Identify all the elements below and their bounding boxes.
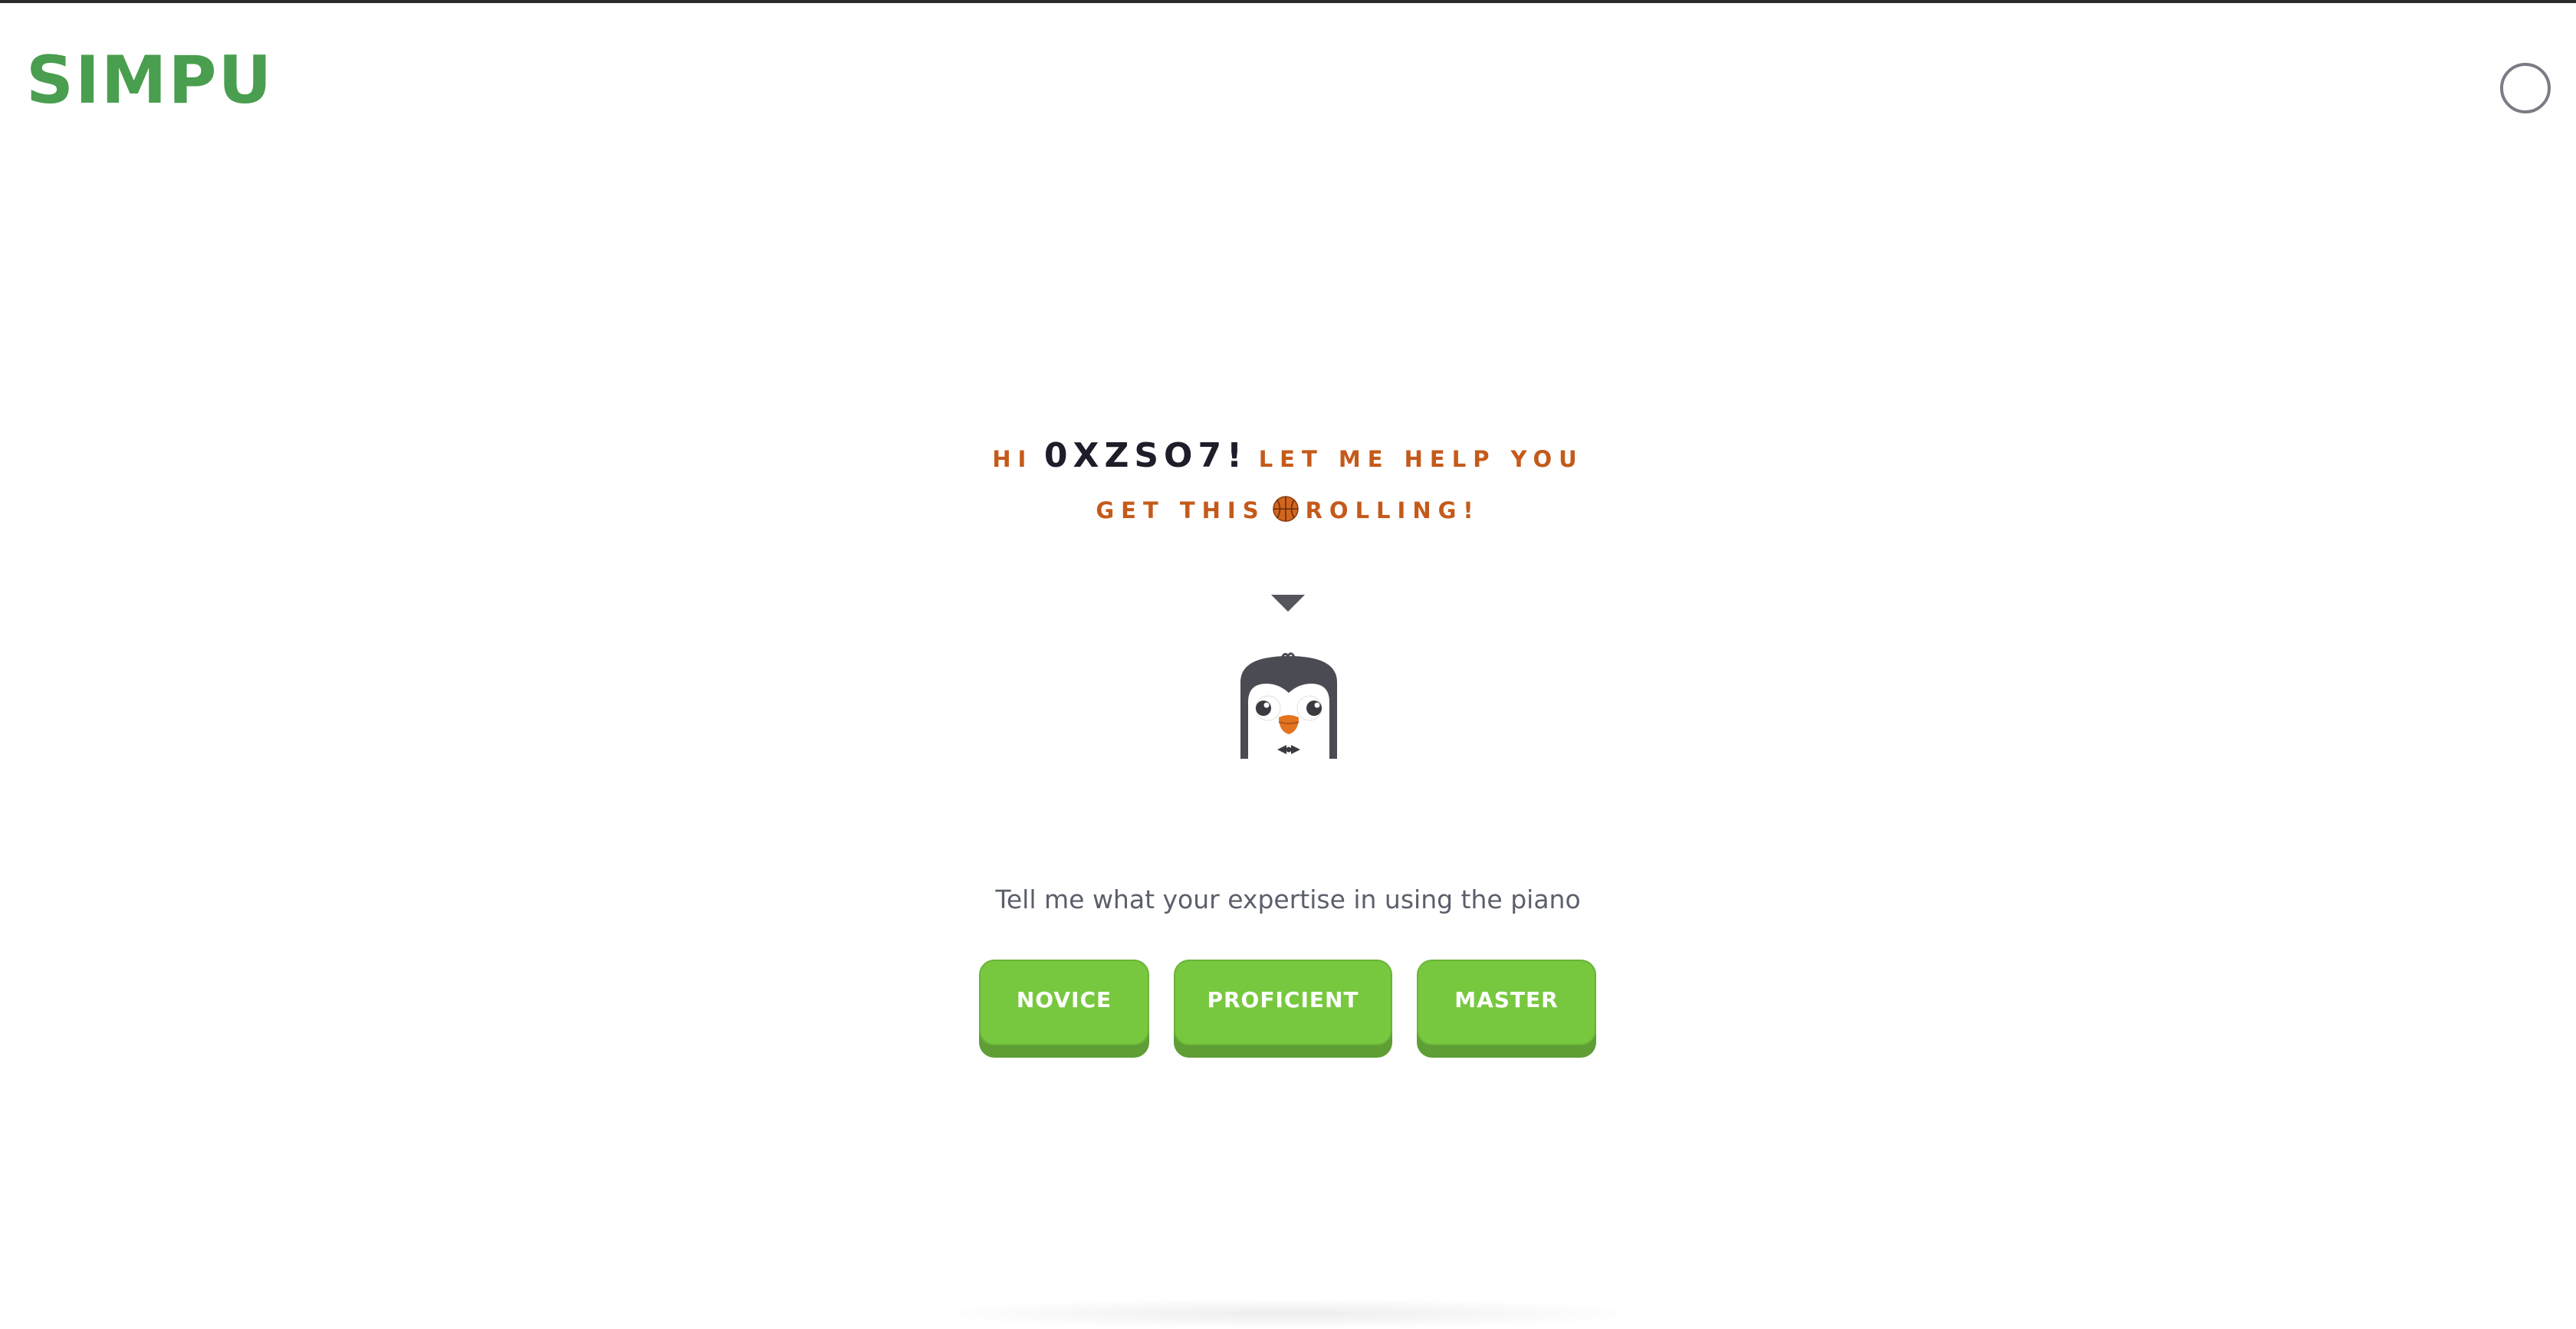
basketball-icon (1272, 496, 1299, 522)
master-button[interactable]: MASTER (1417, 960, 1596, 1045)
greeting-username: 0XZSO7! (1043, 436, 1248, 475)
profile-circle-icon[interactable] (2500, 63, 2551, 113)
greeting-line2-start: GET THIS (1096, 497, 1266, 523)
greeting-line-1: HI 0XZSO7! LET ME HELP YOU (905, 432, 1671, 487)
speech-pointer-icon (1271, 595, 1305, 612)
proficient-button[interactable]: PROFICIENT (1174, 960, 1392, 1045)
greeting-line1-rest: LET ME HELP YOU (1258, 446, 1584, 472)
bottom-shadow-decoration (920, 1298, 1656, 1329)
expertise-options: NOVICE PROFICIENT MASTER (0, 960, 2576, 1059)
onboarding-page: SIMPU HI 0XZSO7! LET ME HELP YOU GET THI… (0, 3, 2576, 1329)
novice-button[interactable]: NOVICE (979, 960, 1149, 1045)
greeting-line-2: GET THIS ROLLING! (905, 487, 1671, 538)
expertise-prompt: Tell me what your expertise in using the… (995, 884, 1581, 914)
penguin-mascot-icon (1240, 652, 1337, 759)
greeting-hi: HI (992, 446, 1033, 472)
greeting-message: HI 0XZSO7! LET ME HELP YOU GET THIS ROLL… (905, 432, 1671, 538)
app-logo[interactable]: SIMPU (26, 48, 273, 113)
greeting-line2-end: ROLLING! (1305, 497, 1480, 523)
